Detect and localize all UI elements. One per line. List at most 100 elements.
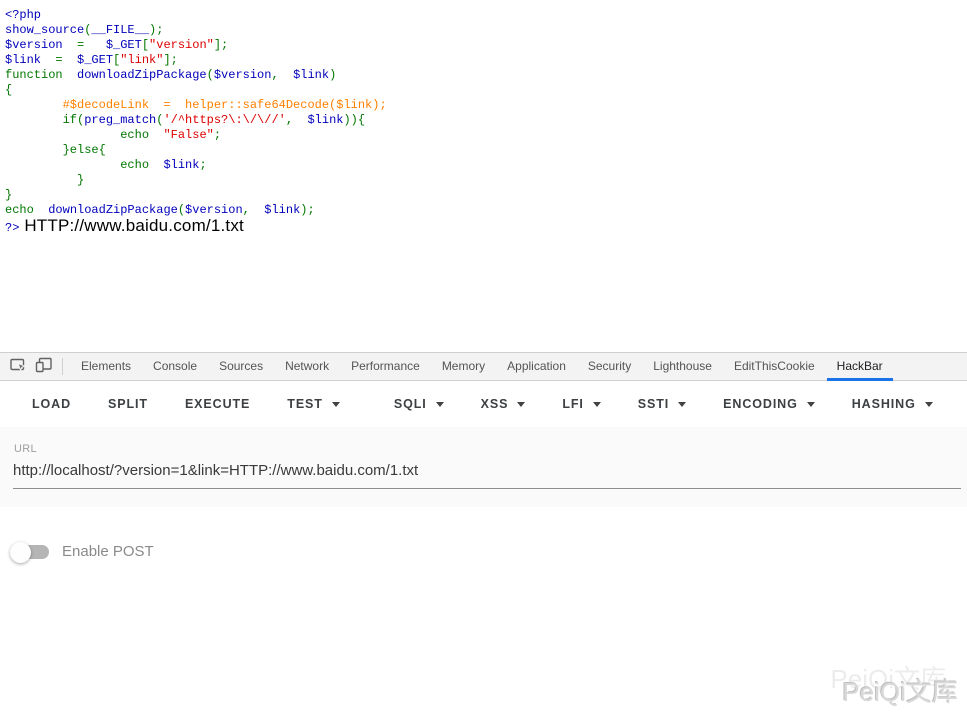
code-token: , — [286, 113, 308, 127]
hackbar-button-encoding[interactable]: ENCODING — [723, 397, 815, 411]
code-token: $_GET — [106, 38, 142, 52]
devtools-tab-bar: ElementsConsoleSourcesNetworkPerformance… — [70, 353, 894, 380]
code-line: echo "False"; — [5, 128, 387, 143]
button-label: XSS — [481, 397, 509, 411]
devtools-panel: ElementsConsoleSourcesNetworkPerformance… — [0, 352, 967, 720]
code-token: show_source — [5, 23, 84, 37]
code-token: '/^https?\:\/\//' — [163, 113, 285, 127]
dropdown-caret-icon — [678, 402, 686, 407]
inspect-element-button[interactable] — [5, 353, 31, 380]
toggle-knob-icon — [10, 542, 31, 563]
code-token: [ — [142, 38, 149, 52]
hackbar-button-ssti[interactable]: SSTI — [638, 397, 686, 411]
hackbar-button-sqli[interactable]: SQLI — [394, 397, 444, 411]
devtools-tab-hackbar[interactable]: HackBar — [826, 353, 894, 380]
code-line: } — [5, 188, 387, 203]
devtools-tab-console[interactable]: Console — [142, 353, 208, 380]
dropdown-caret-icon — [517, 402, 525, 407]
code-token: $link — [163, 158, 199, 172]
code-token: } — [5, 188, 12, 202]
url-section: URL http://localhost/?version=1&link=HTT… — [0, 427, 967, 507]
code-line: show_source(__FILE__); — [5, 23, 387, 38]
code-token: $version — [214, 68, 272, 82]
devtools-toolbar: ElementsConsoleSourcesNetworkPerformance… — [0, 352, 967, 381]
dropdown-caret-icon — [925, 402, 933, 407]
devtools-tab-security[interactable]: Security — [577, 353, 642, 380]
code-token: $link — [293, 68, 329, 82]
code-token: echo — [5, 203, 48, 217]
code-token: $link — [5, 53, 41, 67]
button-label: SSTI — [638, 397, 669, 411]
url-input[interactable]: http://localhost/?version=1&link=HTTP://… — [13, 462, 967, 479]
code-token: ]; — [214, 38, 228, 52]
code-token: __FILE__ — [91, 23, 149, 37]
devtools-tab-application[interactable]: Application — [496, 353, 577, 380]
code-line: ?> HTTP://www.baidu.com/1.txt — [5, 218, 387, 236]
url-field-label: URL — [0, 427, 967, 455]
code-token: #$decodeLink = helper::safe64Decode($lin… — [5, 98, 387, 112]
php-echo-output: HTTP://www.baidu.com/1.txt — [19, 216, 244, 235]
code-token: , — [243, 203, 265, 217]
devtools-tab-performance[interactable]: Performance — [340, 353, 431, 380]
code-token: if( — [5, 113, 84, 127]
toggle-device-toolbar-icon — [34, 355, 54, 378]
hackbar-button-split[interactable]: SPLIT — [108, 397, 148, 411]
code-token: <?php — [5, 8, 41, 22]
code-token: function — [5, 68, 77, 82]
hackbar-toolbar: LOAD SPLIT EXECUTE TEST SQLI XSS LFI SSTI ENCODI… — [0, 381, 967, 427]
hackbar-button-test[interactable]: TEST — [287, 397, 340, 411]
code-token: downloadZipPackage — [48, 203, 178, 217]
code-token: ; — [199, 158, 206, 172]
dropdown-caret-icon — [807, 402, 815, 407]
code-token: { — [5, 83, 12, 97]
dropdown-caret-icon — [436, 402, 444, 407]
code-token: )){ — [343, 113, 365, 127]
button-label: TEST — [287, 397, 323, 411]
devtools-tab-elements[interactable]: Elements — [70, 353, 142, 380]
code-line: } — [5, 173, 387, 188]
hackbar-panel: LOAD SPLIT EXECUTE TEST SQLI XSS LFI SSTI ENCODI… — [0, 381, 967, 560]
code-line: function downloadZipPackage($version, $l… — [5, 68, 387, 83]
toolbar-separator — [62, 358, 63, 375]
devtools-tab-network[interactable]: Network — [274, 353, 340, 380]
enable-post-label: Enable POST — [62, 543, 154, 560]
code-token: "False" — [163, 128, 213, 142]
hackbar-button-lfi[interactable]: LFI — [562, 397, 600, 411]
hackbar-button-execute[interactable]: EXECUTE — [185, 397, 250, 411]
code-token: }else{ — [5, 143, 106, 157]
enable-post-row: Enable POST — [14, 543, 967, 560]
dropdown-caret-icon — [593, 402, 601, 407]
code-token: ; — [214, 128, 221, 142]
hackbar-button-xss[interactable]: XSS — [481, 397, 526, 411]
code-line: if(preg_match('/^https?\:\/\//', $link))… — [5, 113, 387, 128]
enable-post-toggle[interactable] — [14, 545, 49, 559]
hackbar-button-load[interactable]: LOAD — [32, 397, 71, 411]
dropdown-caret-icon — [332, 402, 340, 407]
devtools-tab-sources[interactable]: Sources — [208, 353, 274, 380]
code-line: <?php — [5, 8, 387, 23]
code-token: ( — [207, 68, 214, 82]
inspect-element-icon — [8, 355, 28, 378]
code-token: $_GET — [77, 53, 113, 67]
hackbar-button-hashing[interactable]: HASHING — [852, 397, 933, 411]
code-token: downloadZipPackage — [77, 68, 207, 82]
code-token: ?> — [5, 221, 19, 235]
code-token: , — [271, 68, 293, 82]
code-token: "version" — [149, 38, 214, 52]
code-token: ); — [149, 23, 163, 37]
code-line: $link = $_GET["link"]; — [5, 53, 387, 68]
devtools-tab-editthiscookie[interactable]: EditThisCookie — [723, 353, 826, 380]
code-token: "link" — [120, 53, 163, 67]
devtools-tab-memory[interactable]: Memory — [431, 353, 496, 380]
code-line: $version = $_GET["version"]; — [5, 38, 387, 53]
devtools-tab-lighthouse[interactable]: Lighthouse — [642, 353, 723, 380]
code-token: echo — [5, 128, 163, 142]
code-line: #$decodeLink = helper::safe64Decode($lin… — [5, 98, 387, 113]
toggle-device-toolbar-button[interactable] — [31, 353, 57, 380]
code-token: = — [63, 38, 106, 52]
code-token: } — [5, 173, 84, 187]
code-token: $link — [264, 203, 300, 217]
code-token: $link — [307, 113, 343, 127]
code-token: $version — [5, 38, 63, 52]
button-label: SPLIT — [108, 397, 148, 411]
